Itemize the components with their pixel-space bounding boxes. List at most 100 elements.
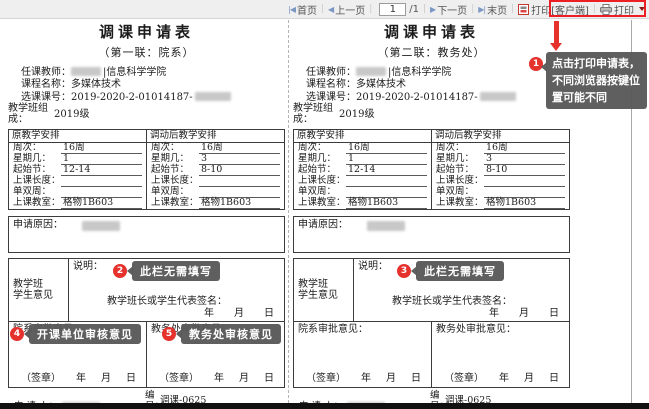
- month-label: 月: [101, 373, 111, 385]
- opinion-left-label: 教学班 学生意见: [294, 259, 354, 321]
- sign-label: 教学班长或学生代表签名：: [358, 296, 565, 308]
- row-label: 上课教室：: [298, 198, 346, 209]
- next-page-button[interactable]: ▶ 下一页: [430, 2, 467, 17]
- row-value: [199, 176, 280, 187]
- toolbar-divider: |: [511, 4, 514, 14]
- form-subtitle: （第一联：院系）: [8, 47, 285, 60]
- row-value: [346, 176, 427, 187]
- form-sheet-copy1: 调课申请表 （第一联：院系） 任课教师： |信息科学学院 课程名称： 多媒体技术…: [8, 22, 285, 409]
- print-client-label: 打印[客户端]: [531, 2, 589, 17]
- prev-page-label: 上一页: [335, 2, 365, 17]
- class-label: 教学班组成：: [8, 104, 54, 125]
- toolbar-divider: |: [321, 4, 324, 14]
- printer-icon: [600, 4, 612, 15]
- sign-label: 教学班长或学生代表签名：: [73, 296, 280, 308]
- seal-line: （签章） 年 月 日: [436, 373, 565, 386]
- row-value: [61, 176, 142, 187]
- course-no-label: 选课课号：: [21, 92, 71, 104]
- form-title: 调课申请表: [8, 24, 285, 41]
- class-row: 教学班组成： 2019级: [293, 104, 570, 125]
- redacted-teacher-name: [71, 67, 101, 76]
- teacher-label: 任课教师：: [306, 67, 356, 79]
- row-value: 格物1B603: [61, 198, 142, 209]
- form-info: 任课教师： |信息科学学院 课程名称： 多媒体技术 选课课号： 2019-202…: [8, 67, 285, 126]
- course-label: 课程名称：: [21, 79, 71, 91]
- toolbar-divider: |: [471, 4, 474, 14]
- teacher-row: 任课教师： |信息科学学院: [8, 67, 285, 79]
- day-label: 日: [126, 373, 136, 385]
- row-label: 上课教室：: [151, 198, 199, 209]
- last-page-button[interactable]: ▶| 末页: [478, 2, 507, 17]
- course-no-row: 选课课号： 2019-2020-2-01014187-: [293, 92, 570, 104]
- opinion-left-label: 教学班 学生意见: [9, 259, 69, 321]
- month-label: 月: [386, 373, 396, 385]
- row-value: 12-14: [346, 165, 427, 176]
- callout-circle-5: 5: [162, 327, 176, 341]
- form-sheet-copy2: 调课申请表 （第二联：教务处） 任课教师： |信息科学学院 课程名称： 多媒体技…: [293, 22, 570, 409]
- toolbar-divider: |: [423, 4, 426, 14]
- dept-approval-label: 院系审批意见：: [298, 324, 427, 336]
- seal-label: （签章）: [159, 373, 199, 385]
- form-info: 任课教师： |信息科学学院 课程名称： 多媒体技术 选课课号： 2019-202…: [293, 67, 570, 126]
- approval-box: 院系审批意见： （签章） 年 月 日 教务处审批意见： （签章） 年 月 日: [293, 322, 570, 388]
- redacted-reason: [367, 221, 405, 231]
- print-client-button[interactable]: 打印[客户端]: [518, 2, 589, 17]
- month-label: 月: [234, 308, 244, 320]
- year-label: 年: [499, 373, 509, 385]
- callout-tooltip-4: 开课单位审核意见: [29, 324, 141, 344]
- reason-box: 申请原因：: [293, 216, 570, 253]
- page-total-label: /1: [409, 4, 419, 15]
- year-label: 年: [204, 308, 214, 320]
- prev-page-button[interactable]: ◀ 上一页: [328, 2, 365, 17]
- callout-tooltip-5: 教务处审核意见: [181, 324, 281, 344]
- teacher-row: 任课教师： |信息科学学院: [293, 67, 570, 79]
- row-label: 上课教室：: [436, 198, 484, 209]
- first-page-button[interactable]: |◀ 首页: [288, 2, 317, 17]
- schedule-original-column: 原教学安排 周次：16周 星期几：1 起始节：12-14 上课长度： 单双周： …: [294, 130, 431, 209]
- schedule-new-column: 调动后教学安排 周次：16周 星期几：3 起始节：8-10 上课长度： 单双周：…: [431, 130, 569, 209]
- day-label: 日: [264, 308, 274, 320]
- next-page-icon: ▶: [430, 5, 435, 14]
- row-value: 格物1B603: [346, 198, 427, 209]
- callout-circle-3: 3: [397, 264, 411, 278]
- seal-line: （签章） 年 月 日: [298, 373, 427, 386]
- row-value: 8-10: [484, 165, 565, 176]
- print-dropdown-caret-icon[interactable]: [639, 7, 645, 14]
- course-row: 课程名称： 多媒体技术: [8, 79, 285, 91]
- row-value: 8-10: [199, 165, 280, 176]
- day-label: 日: [549, 308, 559, 320]
- row-value: 16周: [346, 143, 427, 154]
- row-value: 格物1B603: [199, 198, 280, 209]
- reason-label: 申请原因：: [13, 220, 63, 231]
- class-value: 2019级: [339, 109, 374, 121]
- year-label: 年: [214, 373, 224, 385]
- page-number-input[interactable]: [379, 3, 406, 16]
- dept-approval-cell: 院系审批意见： （签章） 年 月 日: [294, 322, 431, 387]
- teacher-label: 任课教师：: [21, 67, 71, 79]
- seal-label: （签章）: [21, 373, 61, 385]
- schedule-table: 原教学安排 周次：16周 星期几：1 起始节：12-14 上课长度： 单双周： …: [8, 129, 285, 210]
- reason-label: 申请原因：: [298, 220, 348, 231]
- course-value: 多媒体技术: [356, 79, 406, 91]
- callout-tooltip-2: 此栏无需填写: [132, 261, 220, 281]
- course-value: 多媒体技术: [71, 79, 121, 91]
- print-button[interactable]: 打印: [600, 2, 645, 17]
- ymd-line: 年 月 日: [73, 308, 280, 320]
- next-page-label: 下一页: [437, 2, 467, 17]
- teacher-value: |信息科学学院: [388, 67, 451, 79]
- course-no-value: 2019-2020-2-01014187-: [71, 92, 193, 104]
- course-label: 课程名称：: [306, 79, 356, 91]
- prev-page-icon: ◀: [328, 5, 333, 14]
- seal-label: （签章）: [444, 373, 484, 385]
- day-label: 日: [549, 373, 559, 385]
- first-page-label: 首页: [297, 2, 317, 17]
- toolbar-divider: |: [593, 4, 596, 14]
- print-preview-window: |◀ 首页 | ◀ 上一页 | /1 | ▶ 下一页 | ▶| 末页 | 打印[…: [0, 0, 649, 409]
- year-label: 年: [361, 373, 371, 385]
- month-label: 月: [524, 373, 534, 385]
- form-subtitle: （第二联：教务处）: [293, 47, 570, 60]
- preview-bottom-edge: [0, 403, 649, 409]
- class-value: 2019级: [54, 109, 89, 121]
- annotation-arrow-down: [554, 21, 559, 44]
- row-value: 格物1B603: [484, 198, 565, 209]
